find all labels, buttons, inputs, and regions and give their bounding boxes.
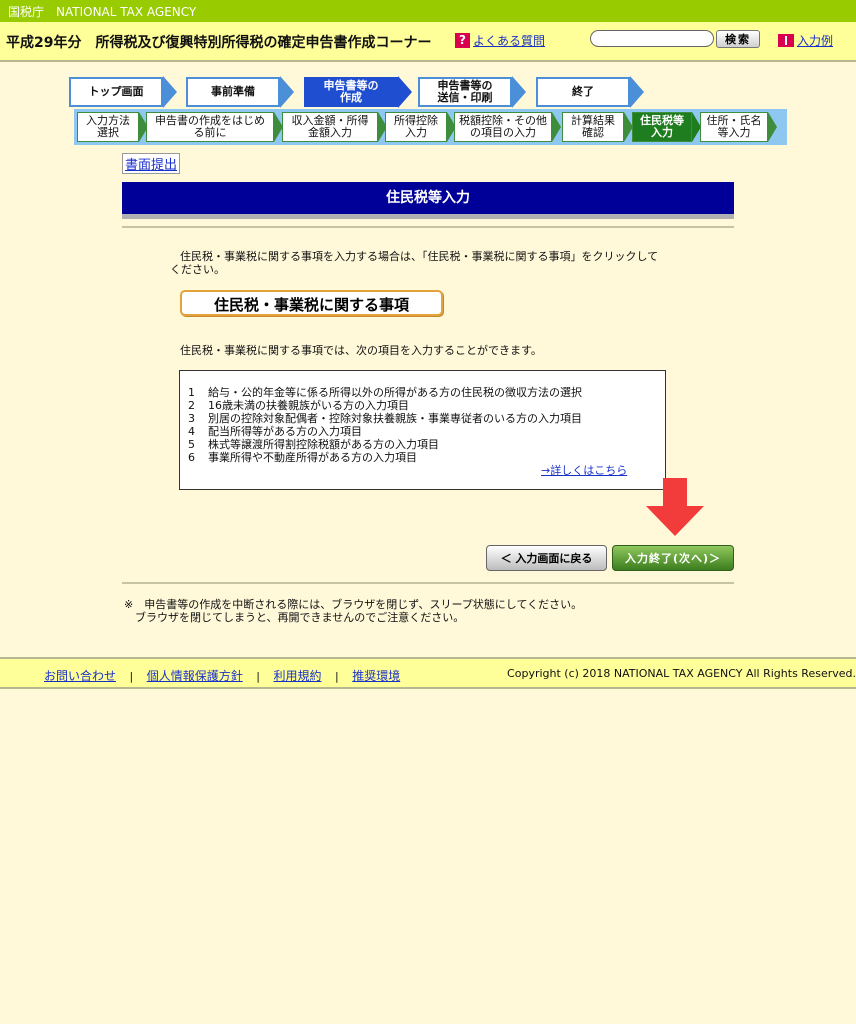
down-arrow-icon [646, 478, 704, 536]
book-icon [778, 34, 794, 47]
footer-links: お問い合わせ | 個人情報保護方針 | 利用規約 | 推奨環境 [44, 667, 400, 684]
intro-text-line2: ください。 [170, 263, 225, 276]
faq-link[interactable]: ? よくある質問 [455, 32, 545, 49]
footer-separator: | [334, 670, 339, 683]
note: ※ 申告書等の作成を中断される際には、ブラウザを閉じず、スリープ状態にしてくださ… [124, 598, 582, 624]
divider [122, 226, 734, 228]
step-top[interactable]: トップ画面 [69, 77, 163, 107]
note-line1: ※ 申告書等の作成を中断される際には、ブラウザを閉じず、スリープ状態にしてくださ… [124, 598, 583, 611]
agency-name: 国税庁 NATIONAL TAX AGENCY [8, 5, 197, 19]
step-arrow [398, 76, 412, 108]
search-input[interactable] [590, 30, 714, 47]
substep-income[interactable]: 収入金額・所得 金額入力 [282, 112, 378, 142]
step-preparation[interactable]: 事前準備 [186, 77, 280, 107]
header: 平成29年分 所得税及び復興特別所得税の確定申告書作成コーナー ? よくある質問… [0, 22, 856, 62]
back-button[interactable]: ＜ 入力画面に戻る [486, 545, 607, 571]
faq-label[interactable]: よくある質問 [473, 32, 545, 49]
substep-address: 住所・氏名 等入力 [700, 112, 768, 142]
divider [122, 582, 734, 584]
footer-link-environment[interactable]: 推奨環境 [352, 669, 400, 683]
resident-tax-items-button[interactable]: 住民税・事業税に関する事項 [180, 290, 443, 316]
item-list-box: 1 給与・公的年金等に係る所得以外の所得がある方の住民税の徴収方法の選択 2 16歳… [179, 370, 666, 490]
copyright: Copyright (c) 2018 NATIONAL TAX AGENCY A… [507, 667, 856, 680]
substep-arrow [768, 112, 777, 142]
step-create-return: 申告書等の 作成 [304, 77, 398, 107]
list-item: 6 事業所得や不動産所得がある方の入力項目 [188, 451, 417, 464]
question-icon: ? [455, 33, 470, 48]
note-line2: ブラウザを閉じてしまうと、再開できませんのでご注意ください。 [135, 611, 465, 624]
list-intro: 住民税・事業税に関する事項では、次の項目を入力することができます。 [180, 344, 542, 357]
footer: お問い合わせ | 個人情報保護方針 | 利用規約 | 推奨環境 Copyrigh… [0, 657, 856, 689]
paper-submission-link[interactable]: 書面提出 [122, 153, 181, 174]
input-example-link[interactable]: 入力例 [778, 32, 833, 49]
substep-input-method[interactable]: 入力方法 選択 [77, 112, 139, 142]
step-end: 終了 [536, 77, 630, 107]
step-arrow [163, 76, 177, 108]
section-title: 住民税等入力 [122, 182, 734, 219]
step-arrow [630, 76, 644, 108]
footer-link-contact[interactable]: お問い合わせ [44, 669, 116, 683]
substep-tax-credits[interactable]: 税額控除・その他 の項目の入力 [454, 112, 552, 142]
footer-separator: | [256, 670, 260, 683]
footer-link-terms[interactable]: 利用規約 [273, 669, 321, 683]
substep-before-start[interactable]: 申告書の作成をはじめ る前に [146, 112, 274, 142]
next-button[interactable]: 入力終了(次へ)＞ [612, 545, 734, 571]
input-example-label[interactable]: 入力例 [797, 32, 833, 49]
step-arrow [512, 76, 526, 108]
agency-bar: 国税庁 NATIONAL TAX AGENCY [0, 0, 856, 22]
details-link[interactable]: →詳しくはこちら [541, 462, 627, 478]
search-button[interactable]: 検索 [716, 30, 760, 48]
intro-text-line1: 住民税・事業税に関する事項を入力する場合は、「住民税・事業税に関する事項」をクリ… [180, 250, 659, 263]
page-title: 平成29年分 所得税及び復興特別所得税の確定申告書作成コーナー [6, 35, 432, 51]
substep-deductions[interactable]: 所得控除 入力 [385, 112, 447, 142]
footer-link-privacy[interactable]: 個人情報保護方針 [147, 669, 243, 683]
substep-resident-tax: 住民税等 入力 [632, 112, 692, 142]
step-arrow [280, 76, 294, 108]
step-send-print: 申告書等の 送信・印刷 [418, 77, 512, 107]
footer-separator: | [129, 670, 134, 683]
substep-results[interactable]: 計算結果 確認 [562, 112, 624, 142]
substep-arrow [552, 112, 561, 142]
